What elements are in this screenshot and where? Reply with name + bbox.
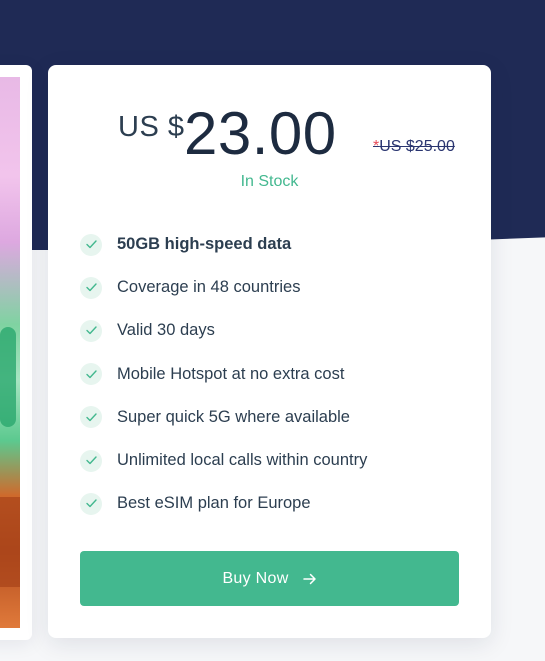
feature-item: 50GB high-speed data — [80, 223, 470, 266]
check-icon — [80, 406, 102, 429]
check-icon — [80, 319, 102, 342]
buy-now-label: Buy Now — [222, 569, 289, 587]
feature-list: 50GB high-speed data Coverage in 48 coun… — [80, 223, 470, 525]
check-icon — [80, 492, 102, 515]
check-icon — [80, 233, 102, 256]
check-icon — [80, 363, 102, 386]
feature-item: Valid 30 days — [80, 309, 470, 352]
feature-item: Super quick 5G where available — [80, 396, 470, 439]
feature-text: Mobile Hotspot at no extra cost — [117, 364, 345, 383]
feature-text: Super quick 5G where available — [117, 407, 350, 426]
feature-item: Mobile Hotspot at no extra cost — [80, 353, 470, 396]
product-image — [0, 77, 20, 628]
feature-text: Best eSIM plan for Europe — [117, 494, 311, 513]
feature-item: Best eSIM plan for Europe — [80, 482, 470, 525]
original-price-value: US $25.00 — [379, 138, 455, 155]
price-amount: 23.00 — [184, 100, 337, 167]
feature-item: Unlimited local calls within country — [80, 439, 470, 482]
stock-status: In Stock — [240, 173, 299, 190]
adjacent-product-card[interactable] — [0, 65, 32, 640]
feature-text: Valid 30 days — [117, 321, 215, 340]
arrow-right-icon — [302, 573, 317, 585]
check-icon — [80, 276, 102, 299]
currency-label: US $ — [118, 111, 185, 143]
check-icon — [80, 449, 102, 472]
feature-item: Coverage in 48 countries — [80, 266, 470, 309]
feature-text: 50GB high-speed data — [117, 235, 292, 254]
feature-text: Coverage in 48 countries — [117, 278, 301, 297]
original-price: *US $25.00 — [373, 138, 455, 156]
feature-text: Unlimited local calls within country — [117, 451, 368, 470]
pricing-card: US $ 23.00 *US $25.00 In Stock 50GB high… — [48, 65, 491, 638]
buy-now-button[interactable]: Buy Now — [80, 551, 459, 606]
price-block: US $ 23.00 *US $25.00 — [48, 100, 491, 173]
